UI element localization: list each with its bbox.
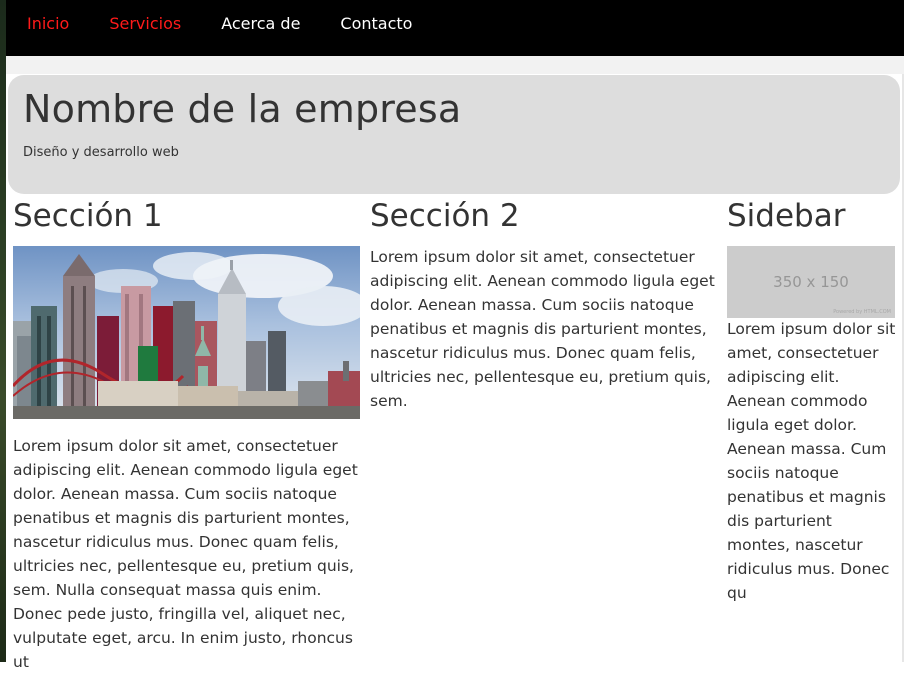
nav-link-servicios[interactable]: Servicios [109,14,181,33]
background-strip [0,0,6,662]
city-skyline-image [13,246,360,419]
section1-title: Sección 1 [13,198,163,234]
section2-title: Sección 2 [370,198,520,234]
placeholder-size-label: 350 x 150 [773,273,849,291]
nav-link-acerca-de[interactable]: Acerca de [221,14,300,33]
section2-text: Lorem ipsum dolor sit amet, consectetuer… [370,248,715,410]
section1-text: Lorem ipsum dolor sit amet, consectetuer… [13,437,358,671]
placeholder-image: 350 x 150 Powered by HTML.COM [727,246,895,318]
company-subtitle: Diseño y desarrollo web [23,145,179,160]
hero-jumbotron: Nombre de la empresa Diseño y desarrollo… [8,75,900,194]
company-title: Nombre de la empresa [23,87,462,131]
navbar: Inicio Servicios Acerca de Contacto [6,0,904,56]
sidebar-text: Lorem ipsum dolor sit amet, consectetuer… [727,320,896,602]
placeholder-powered-text: Powered by HTML.COM [833,309,891,315]
nav-link-inicio[interactable]: Inicio [27,14,69,33]
nav-link-contacto[interactable]: Contacto [340,14,412,33]
sidebar-title: Sidebar [727,198,846,234]
nav-spacer [6,56,904,74]
